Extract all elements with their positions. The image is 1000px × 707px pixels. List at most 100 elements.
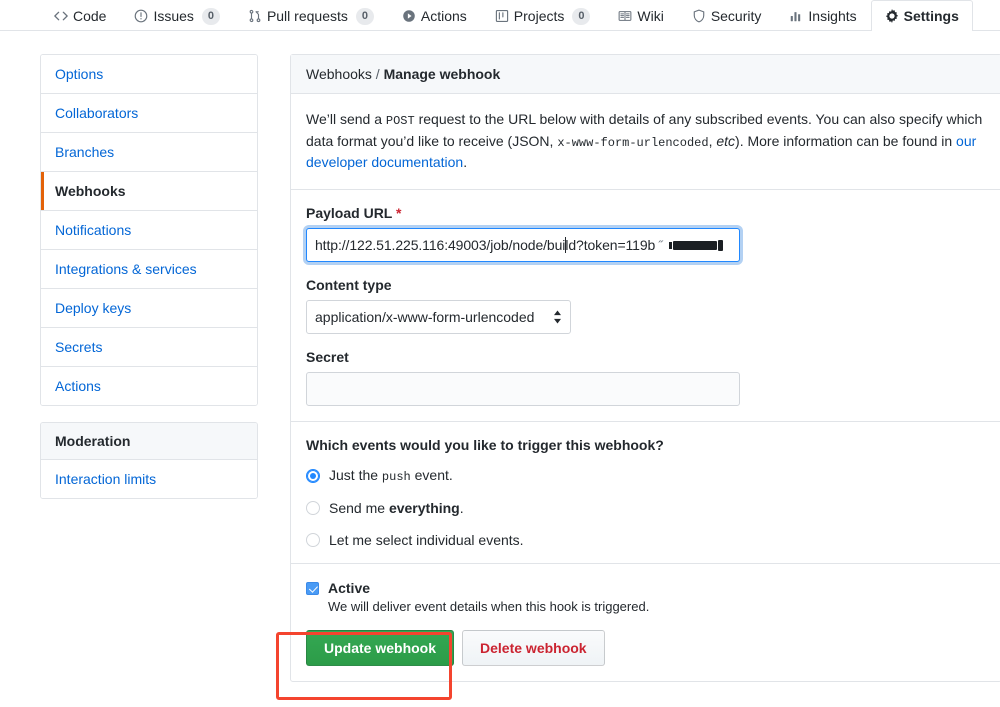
settings-page: Options Collaborators Branches Webhooks … (0, 31, 1000, 682)
tab-actions[interactable]: Actions (388, 0, 481, 31)
content-type-select-wrap: application/x-www-form-urlencoded (306, 300, 571, 334)
secret-field: Secret (306, 349, 986, 406)
radio-send-everything-suffix: . (460, 500, 464, 516)
tab-code-label: Code (73, 1, 106, 32)
active-text-block: Active We will deliver event details whe… (328, 579, 649, 614)
update-webhook-button[interactable]: Update webhook (306, 630, 454, 666)
shield-icon (692, 9, 706, 23)
graph-icon (789, 9, 803, 23)
tab-wiki-label: Wiki (637, 1, 663, 32)
git-pull-request-icon (248, 9, 262, 23)
sidebar-item-collaborators[interactable]: Collaborators (41, 94, 257, 133)
secret-input[interactable] (306, 372, 740, 406)
content-type-label: Content type (306, 277, 986, 293)
sidebar-item-webhooks[interactable]: Webhooks (41, 172, 257, 211)
tab-insights-label: Insights (808, 1, 856, 32)
sidebar-item-actions[interactable]: Actions (41, 367, 257, 405)
tab-wiki[interactable]: Wiki (604, 0, 677, 31)
radio-just-push[interactable] (306, 469, 320, 483)
tab-pull-requests-label: Pull requests (267, 1, 348, 32)
radio-just-push-prefix: Just the (329, 467, 382, 483)
payload-url-trailing-glyph: ˝ (658, 238, 662, 253)
code-icon (54, 9, 68, 23)
webhook-events-section: Which events would you like to trigger t… (291, 422, 1000, 563)
repository-nav: Code Issues 0 Pull requests 0 Actions Pr… (0, 0, 1000, 31)
secret-label: Secret (306, 349, 986, 365)
intro-post-method: POST (386, 114, 415, 128)
breadcrumb: Webhooks / Manage webhook (291, 55, 1000, 94)
payload-url-value-before-caret: http://122.51.225.116:49003/job/node/bui (315, 237, 565, 253)
active-checkbox[interactable] (306, 582, 319, 595)
active-label: Active (328, 579, 649, 597)
settings-menu-moderation: Moderation Interaction limits (40, 422, 258, 499)
radio-row-just-push[interactable]: Just the push event. (306, 467, 986, 484)
sidebar-item-branches[interactable]: Branches (41, 133, 257, 172)
moderation-heading: Moderation (41, 423, 257, 460)
breadcrumb-current: Manage webhook (384, 66, 501, 82)
intro-part1: We’ll send a (306, 111, 386, 127)
sidebar-item-notifications[interactable]: Notifications (41, 211, 257, 250)
settings-main: Webhooks / Manage webhook We’ll send a P… (290, 54, 1000, 682)
manage-webhook-box: Webhooks / Manage webhook We’ll send a P… (290, 54, 1000, 682)
settings-menu-primary: Options Collaborators Branches Webhooks … (40, 54, 258, 406)
play-icon (402, 9, 416, 23)
redacted-token-bar (673, 241, 717, 250)
tab-projects-label: Projects (514, 1, 565, 32)
sidebar-item-integrations-services[interactable]: Integrations & services (41, 250, 257, 289)
radio-send-everything-label: Send me everything. (329, 500, 464, 516)
required-marker: * (396, 205, 401, 221)
radio-row-send-everything[interactable]: Send me everything. (306, 500, 986, 516)
sidebar-item-deploy-keys[interactable]: Deploy keys (41, 289, 257, 328)
active-note: We will deliver event details when this … (328, 599, 649, 614)
radio-send-everything-bold: everything (389, 500, 460, 516)
tab-settings[interactable]: Settings (871, 0, 973, 31)
payload-url-label: Payload URL * (306, 205, 986, 221)
tab-code[interactable]: Code (40, 0, 120, 31)
radio-just-push-label: Just the push event. (329, 467, 453, 484)
tab-issues-label: Issues (153, 1, 193, 32)
radio-send-everything-prefix: Send me (329, 500, 389, 516)
tab-issues[interactable]: Issues 0 (120, 0, 233, 31)
content-type-select[interactable]: application/x-www-form-urlencoded (306, 300, 571, 334)
tab-insights[interactable]: Insights (775, 0, 870, 31)
tab-settings-label: Settings (904, 1, 959, 32)
webhook-intro-section: We’ll send a POST request to the URL bel… (291, 94, 1000, 189)
intro-etc: etc (716, 133, 735, 149)
radio-just-push-code: push (382, 470, 411, 484)
payload-url-input[interactable]: http://122.51.225.116:49003/job/node/bui… (306, 228, 740, 262)
tab-projects-count: 0 (572, 8, 590, 25)
tab-security[interactable]: Security (678, 0, 776, 31)
tab-security-label: Security (711, 1, 762, 32)
tab-actions-label: Actions (421, 1, 467, 32)
webhook-fields-section: Payload URL * http://122.51.225.116:4900… (291, 190, 1000, 421)
radio-just-push-suffix: event. (411, 467, 453, 483)
tab-pull-requests-count: 0 (356, 8, 374, 25)
settings-sidebar: Options Collaborators Branches Webhooks … (40, 54, 258, 682)
delete-webhook-button[interactable]: Delete webhook (462, 630, 605, 666)
content-type-selected-value: application/x-www-form-urlencoded (315, 309, 534, 325)
radio-send-everything[interactable] (306, 501, 320, 515)
payload-url-label-text: Payload URL (306, 205, 392, 221)
webhook-active-section: Active We will deliver event details whe… (291, 564, 1000, 681)
breadcrumb-separator: / (372, 66, 384, 82)
tab-pull-requests[interactable]: Pull requests 0 (234, 0, 388, 31)
sidebar-item-interaction-limits[interactable]: Interaction limits (41, 460, 257, 498)
active-checkbox-row[interactable]: Active We will deliver event details whe… (306, 579, 986, 614)
issue-opened-icon (134, 9, 148, 23)
radio-select-individual[interactable] (306, 533, 320, 547)
sidebar-item-secrets[interactable]: Secrets (41, 328, 257, 367)
radio-row-select-individual[interactable]: Let me select individual events. (306, 532, 986, 548)
payload-url-value-after-caret: ld?token=119b (565, 237, 655, 253)
gear-icon (885, 9, 899, 23)
intro-encoding: x-www-form-urlencoded (557, 136, 708, 150)
sidebar-item-options[interactable]: Options (41, 55, 257, 94)
webhook-intro-text: We’ll send a POST request to the URL bel… (306, 109, 986, 174)
breadcrumb-root[interactable]: Webhooks (306, 66, 372, 82)
book-icon (618, 9, 632, 23)
content-type-field: Content type application/x-www-form-urle… (306, 277, 986, 334)
intro-period: . (463, 154, 467, 170)
payload-url-field: Payload URL * http://122.51.225.116:4900… (306, 205, 986, 262)
tab-issues-count: 0 (202, 8, 220, 25)
tab-projects[interactable]: Projects 0 (481, 0, 605, 31)
radio-select-individual-label: Let me select individual events. (329, 532, 524, 548)
